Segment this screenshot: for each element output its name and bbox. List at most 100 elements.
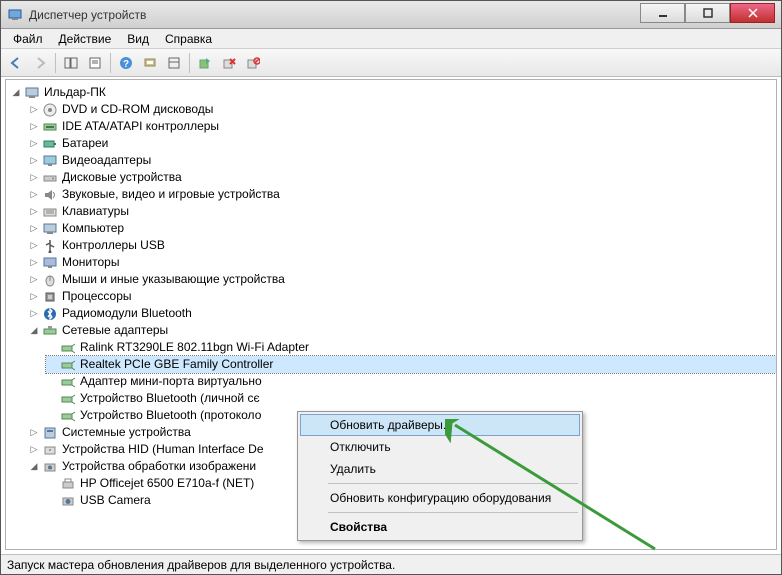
maximize-button[interactable] [685, 3, 730, 23]
titlebar: Диспетчер устройств [1, 1, 781, 29]
tree-device[interactable]: Ralink RT3290LE 802.11bgn Wi-Fi Adapter [46, 339, 776, 356]
expander-closed-icon[interactable]: ▷ [28, 155, 40, 167]
window-controls [640, 7, 775, 23]
tree-category-label: Звуковые, видео и игровые устройства [62, 186, 280, 203]
menu-action[interactable]: Действие [51, 30, 120, 48]
help-button[interactable]: ? [115, 52, 137, 74]
update-driver-button[interactable] [194, 52, 216, 74]
show-hide-tree-button[interactable] [60, 52, 82, 74]
tree-category-label: Радиомодули Bluetooth [62, 305, 192, 322]
tree-category[interactable]: ▷DVD и CD-ROM дисководы [28, 101, 776, 118]
menu-help[interactable]: Справка [157, 30, 220, 48]
expander-none [46, 376, 58, 388]
tree-category-label: Устройства HID (Human Interface De [62, 441, 264, 458]
expander-open-icon[interactable]: ◢ [10, 87, 22, 99]
expander-closed-icon[interactable]: ▷ [28, 172, 40, 184]
properties-toolbar-button[interactable] [84, 52, 106, 74]
network-adapter-icon [60, 341, 76, 355]
tree-category[interactable]: ▷ Звуковые, видео и игровые устройства [28, 186, 776, 203]
toolbar-separator [55, 53, 56, 73]
tree-root-label: Ильдар-ПК [44, 84, 106, 101]
toolbar-separator [189, 53, 190, 73]
expander-open-icon[interactable]: ◢ [28, 461, 40, 473]
tree-device[interactable]: Realtek PCIe GBE Family Controller [46, 356, 776, 373]
imaging-device-icon [60, 494, 76, 508]
tree-category[interactable]: ▷ Видеоадаптеры [28, 152, 776, 169]
window-title: Диспетчер устройств [29, 8, 640, 22]
expander-closed-icon[interactable]: ▷ [28, 206, 40, 218]
category-icon [42, 137, 58, 151]
tree-category-label: Дисковые устройства [62, 169, 182, 186]
tree-category[interactable]: ▷ Радиомодули Bluetooth [28, 305, 776, 322]
forward-button[interactable] [29, 52, 51, 74]
expander-closed-icon[interactable]: ▷ [28, 274, 40, 286]
tree-category[interactable]: ▷ Клавиатуры [28, 203, 776, 220]
disable-button[interactable] [242, 52, 264, 74]
category-icon [42, 426, 58, 440]
tree-category[interactable]: ▷Компьютер [28, 220, 776, 237]
category-icon [42, 273, 58, 287]
tree-device-label: Устройство Bluetooth (личной сє [80, 390, 260, 407]
context-separator [328, 512, 578, 513]
category-icon [42, 188, 58, 202]
tree-root[interactable]: ◢ Ильдар-ПК [10, 84, 776, 101]
uninstall-button[interactable] [218, 52, 240, 74]
category-icon [42, 205, 58, 219]
expander-closed-icon[interactable]: ▷ [28, 104, 40, 116]
view-button[interactable] [163, 52, 185, 74]
expander-closed-icon[interactable]: ▷ [28, 291, 40, 303]
expander-closed-icon[interactable]: ▷ [28, 257, 40, 269]
expander-closed-icon[interactable]: ▷ [28, 189, 40, 201]
network-adapter-icon [60, 358, 76, 372]
menu-view[interactable]: Вид [119, 30, 157, 48]
tree-category[interactable]: ▷Мониторы [28, 254, 776, 271]
category-icon [42, 256, 58, 270]
context-delete[interactable]: Удалить [300, 458, 580, 480]
expander-none [46, 393, 58, 405]
expander-none [46, 342, 58, 354]
tree-category[interactable]: ▷ Дисковые устройства [28, 169, 776, 186]
tree-category-label: Видеоадаптеры [62, 152, 151, 169]
minimize-button[interactable] [640, 3, 685, 23]
tree-category-label: Сетевые адаптеры [62, 322, 168, 339]
category-icon [42, 443, 58, 457]
expander-closed-icon[interactable]: ▷ [28, 138, 40, 150]
tree-category[interactable]: ▷Мыши и иные указывающие устройства [28, 271, 776, 288]
expander-none [46, 410, 58, 422]
expander-closed-icon[interactable]: ▷ [28, 223, 40, 235]
expander-open-icon[interactable]: ◢ [28, 325, 40, 337]
tree-category[interactable]: ◢ Сетевые адаптеры [28, 322, 776, 339]
tree-category[interactable]: ▷ Контроллеры USB [28, 237, 776, 254]
tree-category-label: Контроллеры USB [62, 237, 165, 254]
expander-closed-icon[interactable]: ▷ [28, 308, 40, 320]
expander-closed-icon[interactable]: ▷ [28, 121, 40, 133]
expander-closed-icon[interactable]: ▷ [28, 427, 40, 439]
tree-device[interactable]: Адаптер мини-порта виртуально [46, 373, 776, 390]
imaging-device-icon [60, 477, 76, 491]
expander-closed-icon[interactable]: ▷ [28, 444, 40, 456]
close-button[interactable] [730, 3, 775, 23]
scan-hardware-button[interactable] [139, 52, 161, 74]
tree-category[interactable]: ▷IDE ATA/ATAPI контроллеры [28, 118, 776, 135]
context-separator [328, 483, 578, 484]
tree-device[interactable]: Устройство Bluetooth (личной сє [46, 390, 776, 407]
tree-category-label: Клавиатуры [62, 203, 129, 220]
back-button[interactable] [5, 52, 27, 74]
context-properties[interactable]: Свойства [300, 516, 580, 538]
context-scan-hardware[interactable]: Обновить конфигурацию оборудования [300, 487, 580, 509]
context-update-drivers[interactable]: Обновить драйверы... [300, 414, 580, 436]
statusbar: Запуск мастера обновления драйверов для … [1, 554, 781, 574]
network-adapter-icon [60, 375, 76, 389]
app-icon [7, 7, 23, 23]
tree-category[interactable]: ▷Батареи [28, 135, 776, 152]
expander-closed-icon[interactable]: ▷ [28, 240, 40, 252]
tree-category-label: Устройства обработки изображени [62, 458, 256, 475]
category-icon [42, 460, 58, 474]
tree-category-label: Процессоры [62, 288, 132, 305]
menu-file[interactable]: Файл [5, 30, 51, 48]
toolbar-separator [110, 53, 111, 73]
context-disable[interactable]: Отключить [300, 436, 580, 458]
expander-none [46, 478, 58, 490]
tree-category[interactable]: ▷ Процессоры [28, 288, 776, 305]
tree-category-label: Системные устройства [62, 424, 191, 441]
